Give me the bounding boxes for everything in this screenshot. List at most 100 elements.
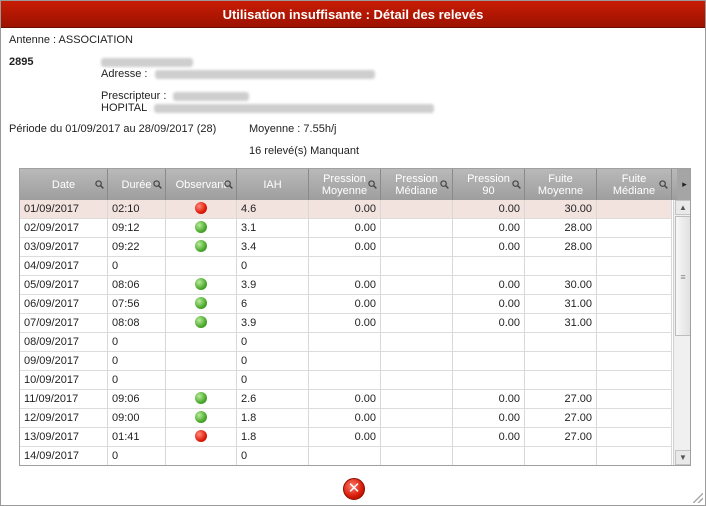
cell-iah: 0 — [237, 371, 309, 390]
cell-observant — [166, 276, 237, 295]
column-header-fuite-mediane[interactable]: Fuite Médiane — [597, 169, 672, 200]
column-header-pression-moyenne[interactable]: Pression Moyenne — [309, 169, 381, 200]
cell-iah: 3.1 — [237, 219, 309, 238]
cell-date: 13/09/2017 — [20, 428, 108, 447]
column-header-pression-90[interactable]: Pression 90 — [453, 169, 525, 200]
cell-observant — [166, 447, 237, 465]
cell-iah: 1.8 — [237, 428, 309, 447]
table-row[interactable]: 13/09/2017 01:41 1.8 0.00 0.00 27.00 — [20, 428, 672, 447]
cell-date: 02/09/2017 — [20, 219, 108, 238]
cell-pression-moyenne: 0.00 — [309, 390, 381, 409]
cell-pression-mediane — [381, 200, 453, 219]
cell-pression-moyenne: 0.00 — [309, 428, 381, 447]
cell-pression-moyenne: 0.00 — [309, 238, 381, 257]
cell-pression-90: 0.00 — [453, 219, 525, 238]
cell-pression-90 — [453, 333, 525, 352]
resize-handle[interactable] — [693, 493, 703, 503]
table-row[interactable]: 06/09/2017 07:56 6 0.00 0.00 31.00 — [20, 295, 672, 314]
cell-iah: 1.8 — [237, 409, 309, 428]
column-header-fuite-moyenne[interactable]: Fuite Moyenne — [525, 169, 597, 200]
column-header-label: Fuite Médiane — [612, 172, 656, 197]
cell-pression-90 — [453, 352, 525, 371]
column-header-observant[interactable]: Observant — [166, 169, 237, 200]
patient-id: 2895 — [9, 56, 34, 68]
chevron-up-icon[interactable]: ▲ — [675, 200, 690, 215]
table-row[interactable]: 11/09/2017 09:06 2.6 0.00 0.00 27.00 — [20, 390, 672, 409]
column-header-iah[interactable]: IAH — [237, 169, 309, 200]
cell-duree: 09:12 — [108, 219, 166, 238]
cell-fuite-moyenne: 31.00 — [525, 295, 597, 314]
column-header-pression-mediane[interactable]: Pression Médiane — [381, 169, 453, 200]
dialog-title: Utilisation insuffisante : Détail des re… — [1, 1, 705, 28]
table-row[interactable]: 14/09/2017 0 0 — [20, 447, 672, 465]
cell-date: 07/09/2017 — [20, 314, 108, 333]
cell-pression-mediane — [381, 428, 453, 447]
cell-iah: 0 — [237, 333, 309, 352]
column-header-label: Pression 90 — [467, 172, 510, 197]
cell-observant — [166, 238, 237, 257]
table-row[interactable]: 12/09/2017 09:00 1.8 0.00 0.00 27.00 — [20, 409, 672, 428]
cell-observant — [166, 314, 237, 333]
column-header-duree[interactable]: Durée — [108, 169, 166, 200]
cell-observant — [166, 257, 237, 276]
column-header-date[interactable]: Date — [20, 169, 108, 200]
red-status-icon — [195, 202, 207, 215]
cell-pression-90 — [453, 371, 525, 390]
cell-observant — [166, 428, 237, 447]
cell-iah: 4.6 — [237, 200, 309, 219]
grid-header: Date Durée Observant IAH Pression Moyenne Pre… — [20, 169, 690, 200]
cell-date: 04/09/2017 — [20, 257, 108, 276]
green-status-icon — [195, 392, 207, 405]
column-header-label: Durée — [121, 178, 152, 191]
table-row[interactable]: 10/09/2017 0 0 — [20, 371, 672, 390]
cell-pression-moyenne — [309, 447, 381, 465]
column-header-label: IAH — [263, 178, 282, 191]
cell-duree: 01:41 — [108, 428, 166, 447]
cell-pression-90: 0.00 — [453, 295, 525, 314]
green-status-icon — [195, 278, 207, 291]
cell-pression-moyenne: 0.00 — [309, 276, 381, 295]
table-row[interactable]: 01/09/2017 02:10 4.6 0.00 0.00 30.00 — [20, 200, 672, 219]
cell-pression-mediane — [381, 276, 453, 295]
chevron-down-icon[interactable]: ▼ — [675, 450, 690, 465]
cell-duree: 0 — [108, 352, 166, 371]
cell-pression-90: 0.00 — [453, 390, 525, 409]
table-row[interactable]: 03/09/2017 09:22 3.4 0.00 0.00 28.00 — [20, 238, 672, 257]
column-header-label: Pression Moyenne — [321, 172, 368, 197]
cell-pression-moyenne — [309, 333, 381, 352]
table-row[interactable]: 09/09/2017 0 0 — [20, 352, 672, 371]
table-row[interactable]: 02/09/2017 09:12 3.1 0.00 0.00 28.00 — [20, 219, 672, 238]
column-header-label: Observant — [175, 178, 227, 191]
cell-fuite-mediane — [597, 257, 672, 276]
vertical-scrollbar[interactable]: ▲ ≡ ▼ — [673, 200, 690, 465]
cell-pression-90: 0.00 — [453, 200, 525, 219]
cell-fuite-mediane — [597, 447, 672, 465]
table-row[interactable]: 08/09/2017 0 0 — [20, 333, 672, 352]
cell-pression-90: 0.00 — [453, 238, 525, 257]
cell-observant — [166, 200, 237, 219]
cell-fuite-moyenne: 27.00 — [525, 409, 597, 428]
table-row[interactable]: 07/09/2017 08:08 3.9 0.00 0.00 31.00 — [20, 314, 672, 333]
cell-fuite-moyenne — [525, 257, 597, 276]
cell-duree: 0 — [108, 257, 166, 276]
cell-duree: 09:00 — [108, 409, 166, 428]
cell-pression-mediane — [381, 409, 453, 428]
scrollbar-thumb[interactable]: ≡ — [675, 216, 690, 336]
cell-duree: 0 — [108, 371, 166, 390]
cell-pression-90: 0.00 — [453, 276, 525, 295]
cell-fuite-moyenne: 27.00 — [525, 428, 597, 447]
cell-fuite-mediane — [597, 371, 672, 390]
red-status-icon — [195, 430, 207, 443]
cell-iah: 3.9 — [237, 276, 309, 295]
table-row[interactable]: 04/09/2017 0 0 — [20, 257, 672, 276]
cell-pression-moyenne: 0.00 — [309, 200, 381, 219]
table-row[interactable]: 05/09/2017 08:06 3.9 0.00 0.00 30.00 — [20, 276, 672, 295]
cell-fuite-mediane — [597, 314, 672, 333]
cell-fuite-moyenne — [525, 447, 597, 465]
chevron-right-icon[interactable]: ▸ — [677, 169, 690, 200]
cell-fuite-mediane — [597, 428, 672, 447]
prescriber-label: Prescripteur : — [101, 90, 167, 102]
close-button[interactable]: ✕ — [343, 478, 365, 500]
cell-fuite-moyenne: 28.00 — [525, 238, 597, 257]
cell-pression-mediane — [381, 238, 453, 257]
